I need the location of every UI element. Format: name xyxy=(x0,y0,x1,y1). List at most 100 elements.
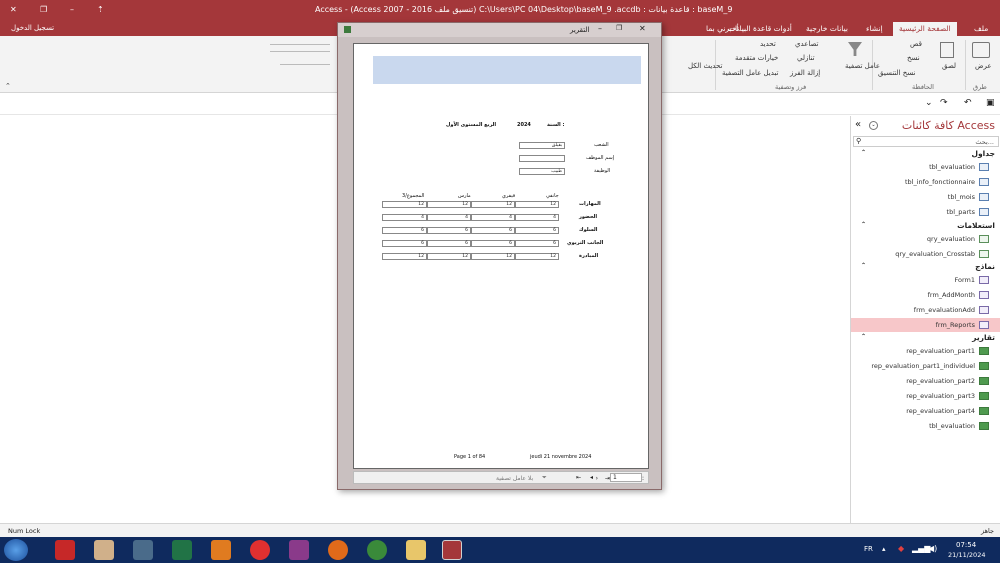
collapse-icon[interactable]: ⌃ xyxy=(861,149,866,156)
nav-item[interactable]: qry_evaluation_Crosstab xyxy=(851,247,1000,261)
tray-warning-icon[interactable]: ◆ xyxy=(898,544,904,553)
collapse-ribbon-icon[interactable]: ⌃ xyxy=(5,82,11,90)
collapse-icon[interactable]: ⌃ xyxy=(861,262,866,269)
filter-icon[interactable] xyxy=(848,42,862,56)
access-icon[interactable] xyxy=(442,540,462,560)
table-cell: 12 xyxy=(427,201,471,208)
tab-database-tools[interactable]: أدوات قاعدة البيانات xyxy=(722,22,798,36)
window-minimize-icon[interactable]: – xyxy=(598,24,602,33)
window-restore-icon[interactable]: ❐ xyxy=(616,24,622,32)
view-icon[interactable] xyxy=(972,42,990,58)
nav-item[interactable]: rep_evaluation_part3 xyxy=(851,389,1000,403)
network-app-icon[interactable] xyxy=(133,540,153,560)
nav-item[interactable]: tbl_parts xyxy=(851,205,1000,219)
redo-icon[interactable]: ↷ xyxy=(940,98,948,108)
tab-create[interactable]: إنشاء xyxy=(860,22,889,36)
sign-in-link[interactable]: تسجيل الدخول xyxy=(5,22,60,36)
report-icon xyxy=(979,347,989,355)
row-label: الجانب التربوي xyxy=(567,240,604,246)
nav-group-reports[interactable]: ⌃ تقارير xyxy=(851,333,1000,344)
last-page-icon[interactable]: ⇤ xyxy=(576,474,581,481)
clock-date[interactable]: 21/11/2024 xyxy=(948,551,985,559)
nav-item[interactable]: rep_evaluation_part1_individuel xyxy=(851,359,1000,373)
nav-item-selected[interactable]: frm_Reports xyxy=(851,318,1000,332)
restore-icon[interactable]: ❐ xyxy=(40,5,47,14)
opera-icon[interactable] xyxy=(250,540,270,560)
shutter-bar-icon[interactable]: « xyxy=(855,119,861,130)
nav-group-forms[interactable]: ⌃ نماذج xyxy=(851,262,1000,273)
nav-item[interactable]: tbl_evaluation xyxy=(851,419,1000,433)
paste-icon[interactable] xyxy=(940,42,954,58)
page-number-input[interactable]: 1 xyxy=(610,473,642,482)
advanced-filter-button[interactable]: خيارات متقدمة xyxy=(735,54,778,62)
volume-icon[interactable]: ◀) xyxy=(928,544,937,553)
chrome-icon[interactable] xyxy=(367,540,387,560)
nav-search-field[interactable]: ⚲ بحث... xyxy=(853,136,999,147)
ribbon-display-icon[interactable]: ⇡ xyxy=(97,5,104,14)
collapse-icon[interactable]: ⌃ xyxy=(861,221,866,228)
undo-icon[interactable]: ↶ xyxy=(964,98,972,108)
column-header: مارس xyxy=(458,193,471,199)
selection-button[interactable]: تحديد xyxy=(760,40,776,48)
copy-button[interactable]: نسخ xyxy=(907,54,920,62)
nav-item[interactable]: frm_AddMonth xyxy=(851,288,1000,302)
refresh-all-button[interactable]: تحديث الكل xyxy=(688,62,722,70)
explorer-app-icon[interactable] xyxy=(94,540,114,560)
close-icon[interactable]: ✕ xyxy=(10,5,17,14)
customize-qat-icon[interactable]: ⌄ xyxy=(925,98,933,108)
app-icon[interactable] xyxy=(211,540,231,560)
report-icon xyxy=(979,377,989,385)
tray-arrow-icon[interactable]: ▴ xyxy=(882,545,886,553)
nav-item[interactable]: tbl_evaluation xyxy=(851,160,1000,174)
nav-group-tables[interactable]: ⌃ جداول xyxy=(851,149,1000,160)
nav-item[interactable]: rep_evaluation_part2 xyxy=(851,374,1000,388)
nav-item[interactable]: qry_evaluation xyxy=(851,232,1000,246)
report-window: التقرير – ❐ ✕ السنة : 2024 الربع المستوى… xyxy=(337,22,662,490)
ascending-button[interactable]: تصاعدي xyxy=(795,40,818,48)
field-label: الوظيفة xyxy=(594,168,611,174)
nav-group-queries[interactable]: ⌃ استعلامات xyxy=(851,221,1000,232)
tab-file[interactable]: ملف xyxy=(968,22,994,36)
table-cell: 4 xyxy=(471,214,515,221)
remove-sort-button[interactable]: إزالة الفرز xyxy=(790,69,820,77)
no-filter-indicator[interactable]: بلا عامل تصفية xyxy=(496,475,533,482)
prev-page-icon[interactable]: › xyxy=(596,475,598,482)
next-page-icon[interactable]: ◂ xyxy=(590,474,593,481)
column-header: جانفي xyxy=(546,193,559,199)
excel-icon[interactable] xyxy=(172,540,192,560)
quarter-label: الربع المستوى الأول xyxy=(446,122,497,128)
nav-item[interactable]: rep_evaluation_part4 xyxy=(851,404,1000,418)
column-header: فيفري xyxy=(502,193,516,199)
clipboard-group-label: الحافظة xyxy=(912,83,934,91)
start-button-icon[interactable] xyxy=(4,539,28,561)
pdf-reader-icon[interactable] xyxy=(55,540,75,560)
nav-menu-chevron-icon[interactable]: ⌄ xyxy=(869,121,878,130)
collapse-icon[interactable]: ⌃ xyxy=(861,333,866,340)
clock-time[interactable]: 07:54 xyxy=(956,541,976,549)
minimize-icon[interactable]: – xyxy=(70,5,74,14)
row-label: المهارات xyxy=(579,201,601,207)
winrar-icon[interactable] xyxy=(289,540,309,560)
language-indicator[interactable]: FR xyxy=(864,545,873,553)
descending-button[interactable]: تنازلي xyxy=(797,54,815,62)
nav-item[interactable]: tbl_info_fonctionnaire xyxy=(851,175,1000,189)
column-header: المجموع/3 xyxy=(402,193,425,199)
nav-item[interactable]: rep_evaluation_part1 xyxy=(851,344,1000,358)
navigation-pane: « ⌄ كافة كائنات Access ⚲ بحث... ⌃ جداول … xyxy=(850,116,1000,523)
paste-button[interactable]: لصق xyxy=(942,62,956,70)
window-close-icon[interactable]: ✕ xyxy=(639,24,646,33)
firefox-icon[interactable] xyxy=(328,540,348,560)
view-button[interactable]: عرض xyxy=(975,62,992,70)
filter-button[interactable]: عامل تصفية xyxy=(845,62,880,70)
file-explorer-icon[interactable] xyxy=(406,540,426,560)
nav-item[interactable]: tbl_mois xyxy=(851,190,1000,204)
format-painter-button[interactable]: نسخ التنسيق xyxy=(878,69,915,77)
save-icon[interactable]: ▣ xyxy=(986,98,995,108)
tab-home[interactable]: الصفحة الرئيسية xyxy=(893,22,957,36)
nav-item[interactable]: frm_evaluationAdd xyxy=(851,303,1000,317)
cut-button[interactable]: قص xyxy=(910,40,922,48)
tab-external-data[interactable]: بيانات خارجية xyxy=(800,22,854,36)
toggle-filter-button[interactable]: تبديل عامل التصفية xyxy=(722,69,778,77)
field-value xyxy=(519,155,565,162)
nav-item[interactable]: Form1 xyxy=(851,273,1000,287)
